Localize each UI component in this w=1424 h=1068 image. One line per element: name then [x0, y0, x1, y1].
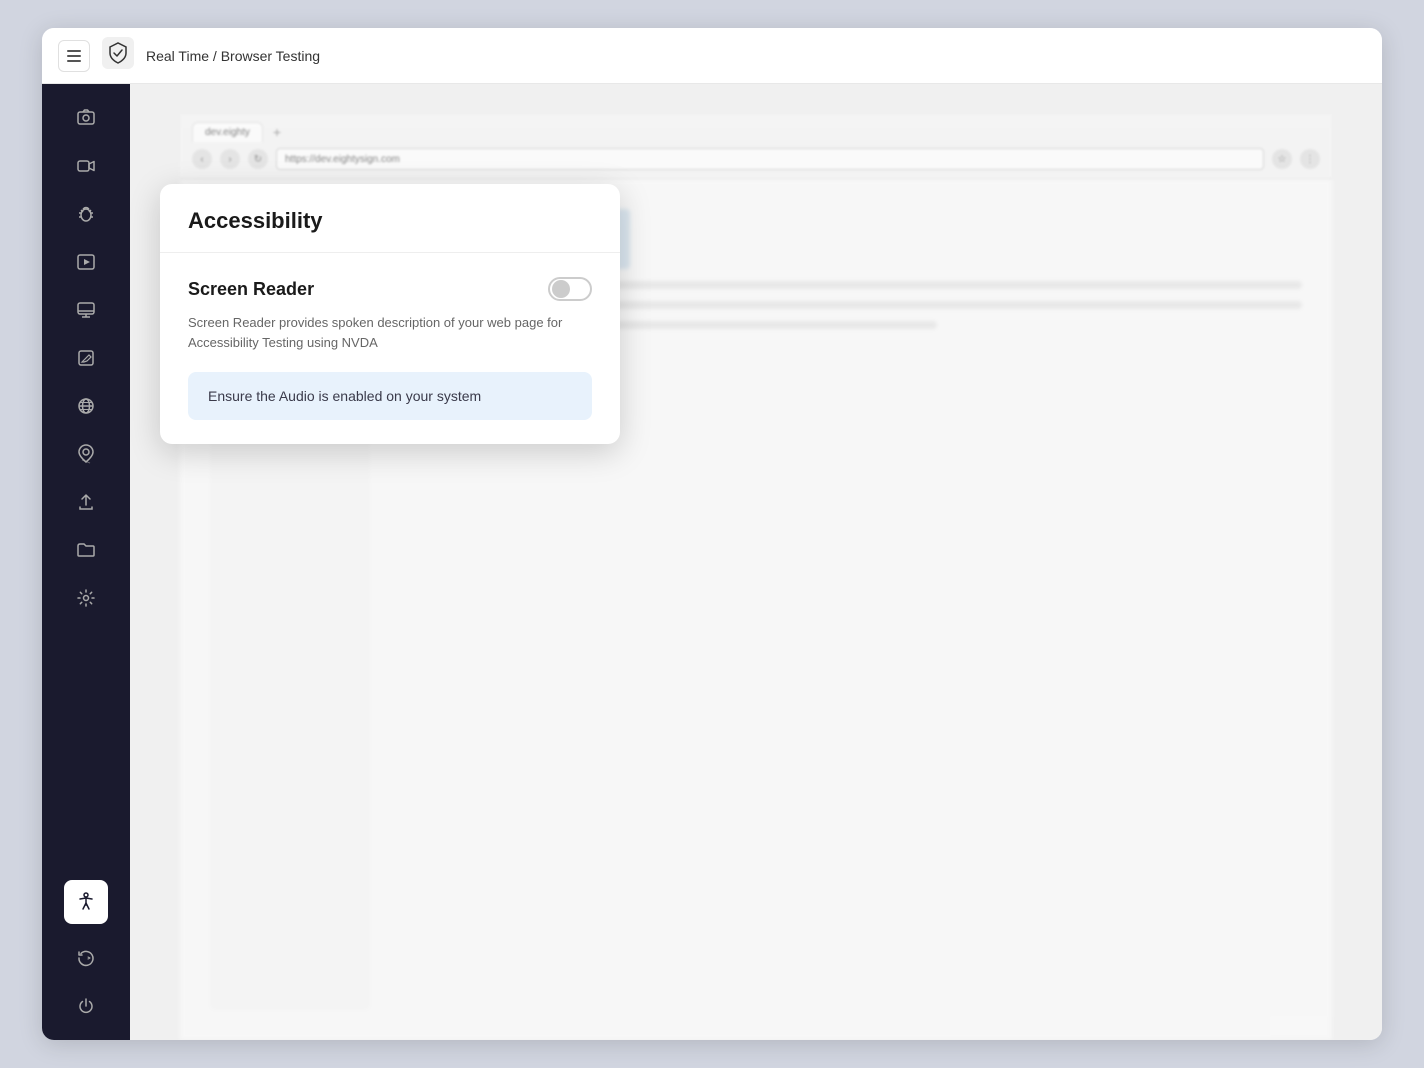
sidebar-item-monitor[interactable]: [64, 288, 108, 332]
inner-star-btn: ☆: [1272, 149, 1292, 169]
inner-add-tab-icon: +: [267, 122, 287, 142]
header: Real Time / Browser Testing: [42, 28, 1382, 84]
sidebar-item-play[interactable]: [64, 240, 108, 284]
hamburger-icon: [67, 50, 81, 62]
sidebar-bottom: [64, 936, 108, 1028]
inner-tab-bar: dev.eighty +: [192, 122, 1320, 142]
sidebar-item-video[interactable]: [64, 144, 108, 188]
screen-reader-label: Screen Reader: [188, 279, 314, 300]
sidebar-item-refresh[interactable]: [64, 936, 108, 980]
inner-address-bar-row: ‹ › ↻ https://dev.eightysign.com ☆ ⋮: [192, 148, 1320, 170]
panel-body: Screen Reader Screen Reader provides spo…: [160, 253, 620, 444]
screen-reader-description: Screen Reader provides spoken descriptio…: [188, 313, 592, 352]
panel-header: Accessibility: [160, 184, 620, 253]
accessibility-panel: Accessibility Screen Reader Screen Reade…: [160, 184, 620, 444]
inner-back-btn: ‹: [192, 149, 212, 169]
sidebar-item-location[interactable]: [64, 432, 108, 476]
sidebar-item-globe[interactable]: [64, 384, 108, 428]
main-content: Chrome 121 macOS Sonoma 1440x800: [42, 84, 1382, 1040]
sidebar-item-folder[interactable]: [64, 528, 108, 572]
browser-area: Chrome 121 macOS Sonoma 1440x800: [130, 84, 1382, 1040]
toggle-knob: [552, 280, 570, 298]
sidebar: [42, 84, 130, 1040]
sidebar-item-settings[interactable]: [64, 576, 108, 620]
audio-notice: Ensure the Audio is enabled on your syst…: [188, 372, 592, 420]
sidebar-item-edit[interactable]: [64, 336, 108, 380]
sidebar-item-screenshot[interactable]: [64, 96, 108, 140]
inner-tab-label: dev.eighty: [205, 127, 250, 138]
menu-button[interactable]: [58, 40, 90, 72]
inner-address-text: https://dev.eightysign.com: [285, 154, 400, 165]
inner-refresh-btn: ↻: [248, 149, 268, 169]
sidebar-item-upload[interactable]: [64, 480, 108, 524]
inner-forward-btn: ›: [220, 149, 240, 169]
inner-more-btn: ⋮: [1300, 149, 1320, 169]
inner-address-bar: https://dev.eightysign.com: [276, 148, 1264, 170]
inner-tab: dev.eighty: [192, 122, 263, 142]
audio-notice-text: Ensure the Audio is enabled on your syst…: [208, 388, 481, 404]
screen-reader-toggle[interactable]: [548, 277, 592, 301]
logo: [102, 37, 134, 74]
sidebar-item-power[interactable]: [64, 984, 108, 1028]
panel-title: Accessibility: [188, 208, 592, 234]
screen-reader-row: Screen Reader: [188, 277, 592, 301]
inner-browser-chrome: dev.eighty + ‹ › ↻ https://dev.eightysig…: [180, 114, 1332, 179]
sidebar-item-accessibility[interactable]: [64, 880, 108, 924]
header-title: Real Time / Browser Testing: [146, 48, 320, 64]
sidebar-item-bug[interactable]: [64, 192, 108, 236]
main-window: Real Time / Browser Testing: [42, 28, 1382, 1040]
